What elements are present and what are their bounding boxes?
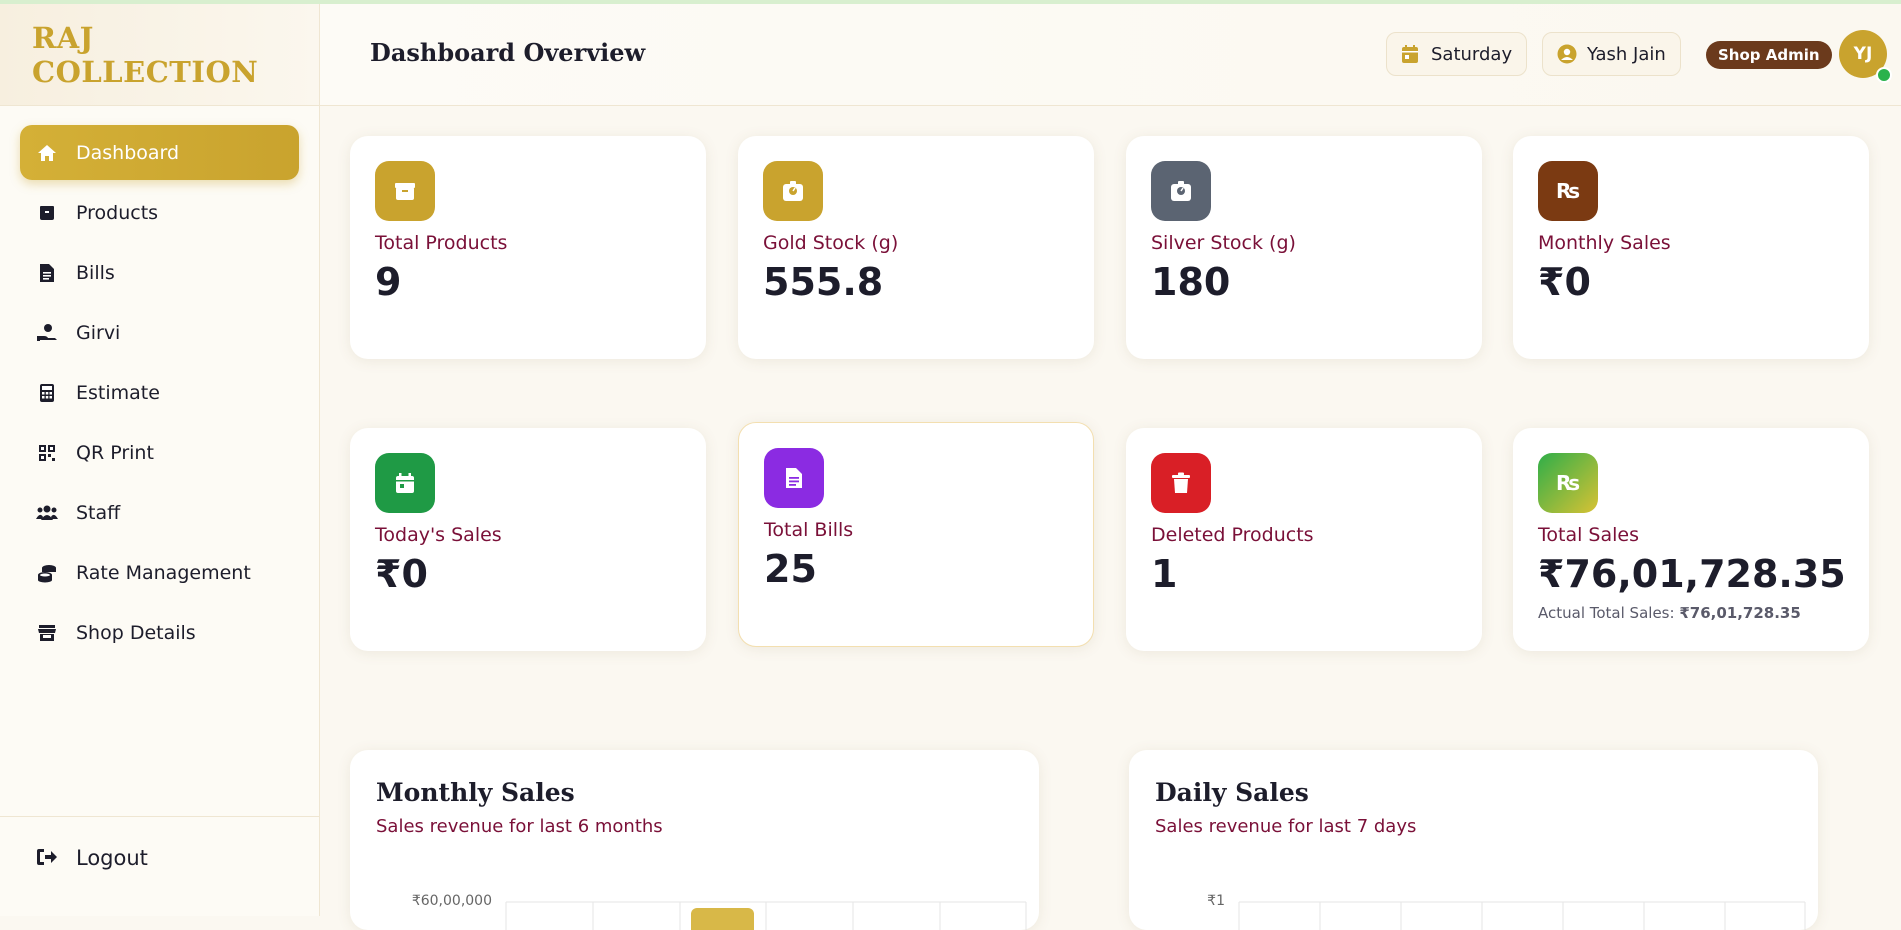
qr-code-icon [36,442,58,464]
logout-button[interactable]: Logout [36,846,148,870]
role-badge: Shop Admin [1706,41,1832,69]
sidebar-item-dashboard[interactable]: Dashboard [20,125,299,180]
box-icon [36,202,58,224]
sidebar-item-label: Estimate [76,381,160,404]
sub-label: Actual Total Sales: [1538,604,1675,622]
stat-label: Deleted Products [1151,524,1314,546]
sidebar-item-label: QR Print [76,441,154,464]
stat-label: Monthly Sales [1538,232,1671,254]
sidebar-item-label: Staff [76,501,121,524]
stat-card-silver-stock: Silver Stock (g) 180 [1126,136,1482,359]
sidebar-nav: Dashboard Products Bills Girvi Estimate [20,125,299,665]
stat-label: Silver Stock (g) [1151,232,1296,254]
rupee-icon: ₨ [1538,453,1598,513]
stat-card-total-sales: ₨ Total Sales ₹76,01,728.35 Actual Total… [1513,428,1869,651]
sidebar-item-label: Products [76,201,159,224]
stat-card-total-products: Total Products 9 [350,136,706,359]
users-icon [36,502,58,524]
actual-total-sales: Actual Total Sales: ₹76,01,728.35 [1538,604,1801,622]
sidebar-item-rate-management[interactable]: Rate Management [20,545,299,600]
stat-value: ₹0 [375,552,428,596]
stat-value: 555.8 [763,260,884,304]
stat-value: 9 [375,260,402,304]
y-tick-label: ₹60,00,000 [412,893,492,909]
sidebar-item-label: Shop Details [76,621,196,644]
sidebar-item-label: Dashboard [76,141,180,164]
daily-sales-panel: Daily Sales Sales revenue for last 7 day… [1129,750,1818,930]
weight-scale-icon [1151,161,1211,221]
sidebar-footer-divider [0,816,319,817]
logout-label: Logout [76,846,148,870]
sidebar-item-estimate[interactable]: Estimate [20,365,299,420]
stat-card-deleted-products: Deleted Products 1 [1126,428,1482,651]
file-invoice-icon [764,448,824,508]
sidebar-item-label: Girvi [76,321,121,344]
stat-value: ₹0 [1538,260,1591,304]
sidebar-item-products[interactable]: Products [20,185,299,240]
coins-icon [36,562,58,584]
user-name: Yash Jain [1587,43,1666,65]
daily-sales-chart: ₹1 [1207,893,1806,930]
user-circle-icon [1557,44,1577,64]
monthly-sales-chart: ₹60,00,000 [412,893,1027,930]
file-invoice-icon [36,262,58,284]
sidebar-item-shop-details[interactable]: Shop Details [20,605,299,660]
sidebar-item-bills[interactable]: Bills [20,245,299,300]
sidebar-item-staff[interactable]: Staff [20,485,299,540]
y-tick-label: ₹1 [1207,893,1225,909]
brand-logo[interactable]: RAJ COLLECTION [0,4,319,106]
stat-value: ₹76,01,728.35 [1538,552,1846,596]
stat-value: 180 [1151,260,1231,304]
stat-label: Total Products [375,232,508,254]
sidebar-item-label: Rate Management [76,561,251,584]
chart-bar [691,908,754,930]
home-icon [36,142,58,164]
stat-card-monthly-sales: ₨ Monthly Sales ₹0 [1513,136,1869,359]
sidebar-item-qr-print[interactable]: QR Print [20,425,299,480]
sub-value: ₹76,01,728.35 [1679,604,1801,622]
stat-card-gold-stock: Gold Stock (g) 555.8 [738,136,1094,359]
rupee-icon: ₨ [1538,161,1598,221]
stat-card-total-bills: Total Bills 25 [738,422,1094,647]
stat-card-todays-sales: Today's Sales ₹0 [350,428,706,651]
monthly-sales-panel: Monthly Sales Sales revenue for last 6 m… [350,750,1039,930]
trash-icon [1151,453,1211,513]
stat-label: Total Bills [764,519,854,541]
stat-label: Today's Sales [375,524,502,546]
online-status-dot [1876,67,1892,83]
box-icon [375,161,435,221]
store-icon [36,622,58,644]
user-chip[interactable]: Yash Jain [1542,32,1681,76]
sidebar-item-label: Bills [76,261,115,284]
weight-scale-icon [763,161,823,221]
sidebar: RAJ COLLECTION Dashboard Products Bills … [0,4,320,916]
logout-icon [36,847,58,869]
stat-label: Gold Stock (g) [763,232,899,254]
stat-value: 25 [764,547,817,591]
sidebar-item-girvi[interactable]: Girvi [20,305,299,360]
calendar-icon [375,453,435,513]
hand-coin-icon [36,322,58,344]
stat-label: Total Sales [1538,524,1639,546]
calculator-icon [36,382,58,404]
top-header: Dashboard Overview Saturday Yash Jain Sh… [320,4,1901,106]
page-title: Dashboard Overview [370,38,646,67]
stat-value: 1 [1151,552,1178,596]
day-label: Saturday [1431,43,1513,65]
date-chip: Saturday [1386,32,1528,76]
calendar-icon [1401,44,1421,64]
